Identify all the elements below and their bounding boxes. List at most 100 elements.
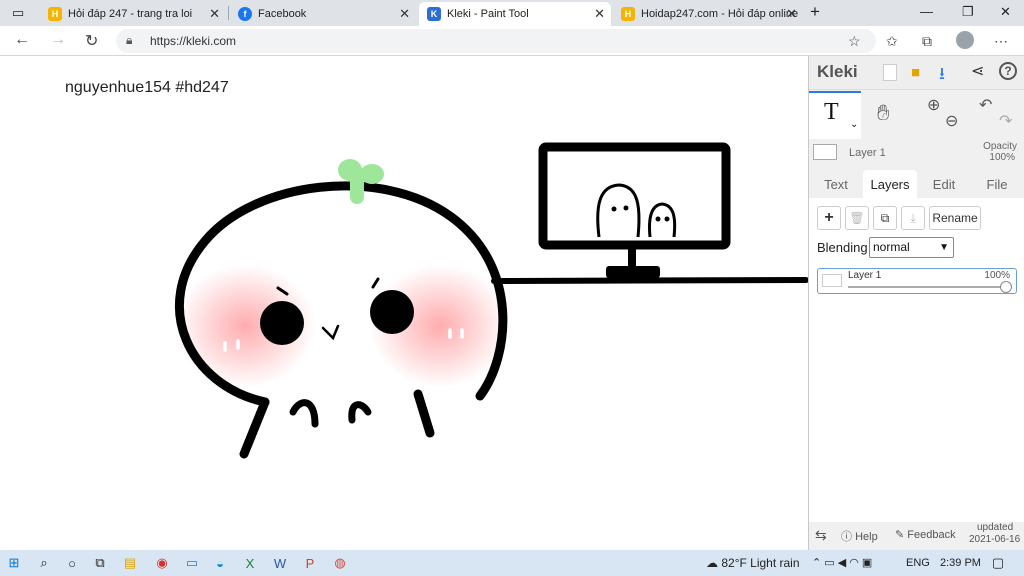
tab-kleki[interactable]: K Kleki - Paint Tool ✕ [419, 2, 611, 26]
close-window-icon[interactable]: ✕ [1000, 4, 1011, 20]
opacity-value: 100% [989, 152, 1015, 163]
layer-thumbnail [822, 274, 842, 287]
mini-blob-large [596, 183, 641, 238]
address-bar: ← → ↻ 🔒︎ https://kleki.com ☆ ✩ ⧉ ⋯ [0, 26, 1024, 56]
clock[interactable]: 2:39 PM [940, 557, 981, 569]
language-indicator[interactable]: ENG [906, 557, 930, 569]
chrome-icon[interactable]: ◍ [332, 555, 348, 571]
monitor-drawing [491, 142, 808, 284]
chevron-down-icon: ⌄ [850, 119, 859, 130]
panel-header: Kleki ■ ⭳ ⋖ ? [809, 56, 1024, 90]
notification-icon[interactable]: ▢ [990, 555, 1006, 571]
tab-title: Hoidap247.com - Hỏi đáp online [641, 8, 799, 20]
drawing-artwork [174, 142, 808, 459]
layer-list-item[interactable]: Layer 1 100% [817, 268, 1017, 294]
mini-blob-small [648, 202, 677, 238]
undo-icon[interactable]: ↶ [979, 95, 992, 115]
task-view-icon[interactable]: ⧉ [92, 555, 108, 571]
word-icon[interactable]: W [272, 555, 288, 571]
download-icon[interactable]: ⭳ [939, 61, 945, 90]
drawing-canvas[interactable]: nguyenhue154 #hd247 [0, 56, 808, 550]
browser-tab-bar: ▭ H Hỏi đáp 247 - trang tra loi ✕ f Face… [0, 0, 1024, 26]
url-field[interactable]: 🔒︎ https://kleki.com [116, 29, 876, 53]
kleki-logo: Kleki [817, 62, 858, 81]
reload-icon[interactable]: ↻ [85, 31, 98, 51]
back-icon[interactable]: ← [14, 31, 30, 49]
tab-actions-icon[interactable]: ▭ [12, 5, 24, 21]
add-layer-icon[interactable]: + [817, 206, 841, 230]
excel-icon[interactable]: X [242, 555, 258, 571]
duplicate-layer-icon[interactable]: ⧉ [873, 206, 897, 230]
tab-text[interactable]: Text [813, 170, 859, 198]
swap-panel-icon[interactable]: ⇆ [815, 527, 827, 544]
close-tab-icon[interactable]: ✕ [399, 6, 410, 22]
right-arm [348, 401, 372, 424]
opacity-label: Opacity [983, 141, 1017, 152]
app-icon[interactable]: ◉ [154, 555, 170, 571]
layer-item-opacity: 100% [984, 270, 1010, 281]
forward-icon[interactable]: → [50, 31, 66, 49]
left-eye [260, 301, 304, 345]
tool-row: T ⌄ ✋︎ ⊕ ⊖ ↶ ↷ [809, 91, 1024, 139]
windows-taskbar: ⊞ ⌕ ○ ⧉ ▤ ◉ ▭ ◒ X W P ◍ ☁︎ 82°F Light ra… [0, 550, 1024, 576]
new-image-icon[interactable] [883, 64, 897, 81]
merge-layer-icon[interactable]: ⤓ [901, 206, 925, 230]
powerpoint-icon[interactable]: P [302, 555, 318, 571]
updated-date: 2021-06-16 [969, 534, 1021, 545]
tab-hoidap-2[interactable]: H Hoidap247.com - Hỏi đáp online ✕ [613, 2, 803, 26]
delete-layer-icon[interactable]: 🗑︎ [845, 206, 869, 230]
help-button[interactable]: ⓘ Help [841, 528, 878, 544]
open-folder-icon[interactable]: ■ [911, 64, 920, 81]
more-menu-icon[interactable]: ⋯ [994, 33, 1008, 50]
file-explorer-icon[interactable]: ▤ [122, 555, 138, 571]
tab-layers[interactable]: Layers [863, 170, 917, 198]
current-layer-row: Layer 1 Opacity 100% [809, 140, 1024, 170]
zoom-in-icon[interactable]: ⊕ [927, 95, 940, 115]
system-tray-icons[interactable]: ⌃ ▭ ◀︎ ◠ ▣ [812, 556, 872, 569]
right-eye [370, 290, 414, 334]
tab-hoidap-1[interactable]: H Hỏi đáp 247 - trang tra loi ✕ [40, 2, 226, 26]
tab-title: Facebook [258, 8, 307, 20]
monitor-stand [606, 266, 660, 278]
minimize-icon[interactable]: — [920, 4, 933, 19]
chevron-down-icon: ▼ [939, 242, 949, 253]
share-icon[interactable]: ⋖ [971, 61, 984, 81]
edge-icon[interactable]: ◒ [212, 555, 228, 571]
start-icon[interactable]: ⊞ [6, 555, 22, 571]
layer-thumbnail [813, 144, 837, 160]
hand-tool-icon[interactable]: ✋︎ [877, 100, 890, 126]
add-favorite-icon[interactable]: ☆ [848, 33, 861, 50]
redo-icon[interactable]: ↷ [999, 111, 1012, 131]
text-tool-button[interactable]: T ⌄ [809, 91, 861, 139]
weather-widget[interactable]: ☁︎ 82°F Light rain [706, 556, 800, 570]
layer-opacity-slider-knob[interactable] [1000, 281, 1012, 293]
close-tab-icon[interactable]: ✕ [786, 6, 797, 22]
zoom-out-icon[interactable]: ⊖ [945, 111, 958, 131]
search-icon[interactable]: ⌕ [36, 555, 52, 571]
cortana-icon[interactable]: ○ [64, 555, 80, 571]
tab-file[interactable]: File [973, 170, 1021, 198]
collections-icon[interactable]: ⧉ [922, 33, 932, 50]
close-tab-icon[interactable]: ✕ [209, 6, 220, 22]
new-tab-icon[interactable]: + [810, 2, 820, 22]
mouth [321, 324, 340, 341]
blob-character [174, 159, 510, 459]
restore-icon[interactable]: ❐ [962, 4, 974, 20]
tab-edit[interactable]: Edit [921, 170, 967, 198]
close-tab-icon[interactable]: ✕ [594, 6, 605, 22]
tab-facebook[interactable]: f Facebook ✕ [230, 2, 416, 26]
layer-item-name: Layer 1 [848, 270, 882, 281]
right-leg [413, 389, 435, 438]
current-layer-name: Layer 1 [849, 147, 886, 159]
panel-tabs: Text Layers Edit File [809, 170, 1024, 198]
tab-divider [228, 6, 229, 20]
rename-button[interactable]: Rename [929, 206, 981, 230]
monitor-app-icon[interactable]: ▭ [184, 555, 200, 571]
tab-title: Hỏi đáp 247 - trang tra loi [68, 8, 193, 20]
profile-avatar[interactable] [956, 31, 974, 49]
favorites-icon[interactable]: ✩ [886, 33, 898, 50]
help-icon[interactable]: ? [999, 62, 1017, 80]
blending-select[interactable]: normal ▼ [869, 237, 954, 258]
left-leg [239, 397, 270, 459]
feedback-button[interactable]: ✎ Feedback [895, 528, 956, 541]
